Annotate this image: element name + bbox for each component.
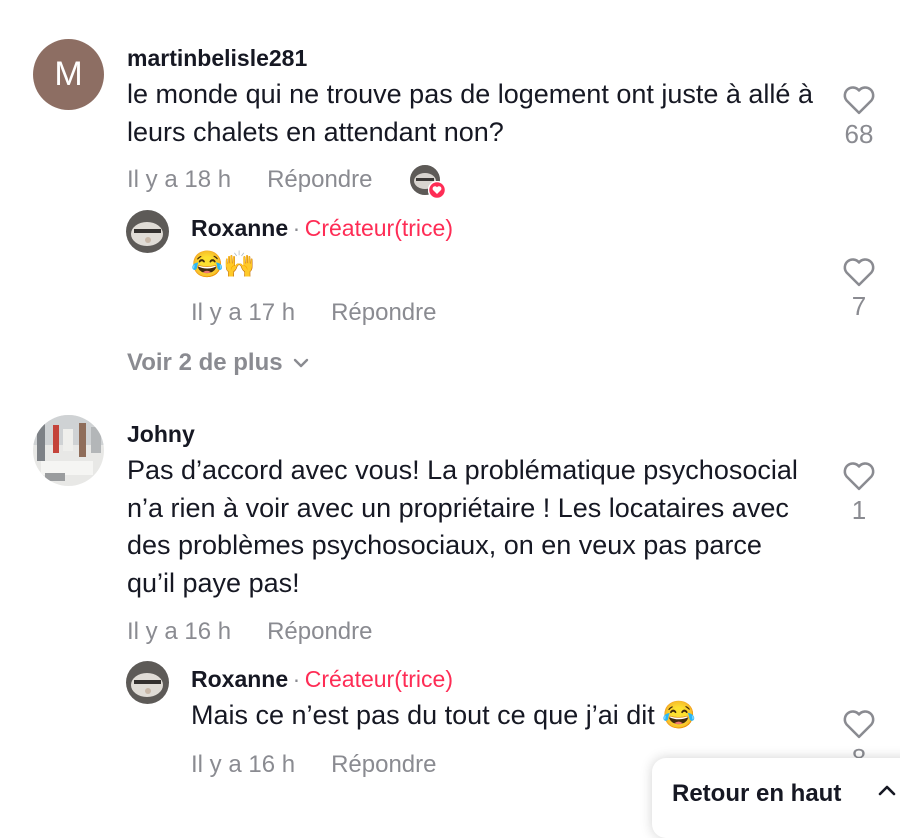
back-to-top-button[interactable]: Retour en haut (652, 758, 900, 838)
creator-badge: Créateur(trice) (304, 215, 453, 241)
comment-meta: Il y a 18 h Répondre (127, 166, 372, 194)
reply-meta: Il y a 16 h Répondre (191, 751, 436, 779)
avatar[interactable] (126, 210, 169, 253)
like-count: 7 (851, 291, 867, 321)
reply-username[interactable]: Roxanne (191, 215, 288, 241)
reply-button[interactable]: Répondre (267, 618, 372, 645)
heart-icon (843, 462, 875, 491)
avatar[interactable] (33, 415, 104, 486)
comment-username[interactable]: martinbelisle281 (127, 45, 307, 72)
reply-time: Il y a 17 h (191, 299, 296, 326)
avatar-image (33, 415, 104, 486)
heart-badge-icon (428, 181, 446, 199)
like-button[interactable]: 7 (829, 256, 889, 322)
avatar[interactable]: M (33, 39, 104, 110)
reply-meta: Il y a 17 h Répondre (191, 299, 436, 327)
reply-button[interactable]: Répondre (331, 299, 436, 326)
heart-icon (843, 710, 875, 739)
heart-icon (843, 258, 875, 287)
chevron-down-icon (293, 358, 308, 368)
view-more-replies-button[interactable]: Voir 2 de plus (127, 349, 309, 377)
view-more-label: Voir 2 de plus (127, 349, 283, 376)
avatar-letter: M (54, 55, 83, 93)
separator: · (292, 666, 301, 692)
comment-text: le monde qui ne trouve pas de logement o… (127, 79, 813, 147)
comment-time: Il y a 18 h (127, 166, 232, 193)
like-button[interactable]: 1 (829, 460, 889, 526)
heart-icon (843, 86, 875, 115)
separator: · (292, 215, 301, 241)
reply-username[interactable]: Roxanne (191, 666, 288, 692)
comment-username[interactable]: Johny (127, 421, 195, 448)
avatar[interactable] (126, 661, 169, 704)
reply-time: Il y a 16 h (191, 751, 296, 778)
like-button[interactable]: 68 (829, 84, 889, 150)
comment-time: Il y a 16 h (127, 618, 232, 645)
back-to-top-label: Retour en haut (672, 780, 842, 807)
avatar-image (126, 661, 169, 704)
chevron-up-icon (878, 785, 896, 796)
comment-text: Pas d’accord avec vous! La problématique… (127, 455, 798, 598)
reply-button[interactable]: Répondre (267, 166, 372, 193)
reply-button[interactable]: Répondre (331, 751, 436, 778)
avatar-image (126, 210, 169, 253)
reply-header: Roxanne · Créateur(trice) (191, 666, 453, 693)
reply-header: Roxanne · Créateur(trice) (191, 215, 453, 242)
like-count: 1 (851, 495, 867, 525)
comment-meta: Il y a 16 h Répondre (127, 618, 372, 646)
creator-badge: Créateur(trice) (304, 666, 453, 692)
reply-text: 😂🙌 (191, 249, 256, 279)
reply-text: Mais ce n’est pas du tout ce que j’ai di… (191, 700, 696, 730)
like-count: 68 (844, 119, 874, 149)
